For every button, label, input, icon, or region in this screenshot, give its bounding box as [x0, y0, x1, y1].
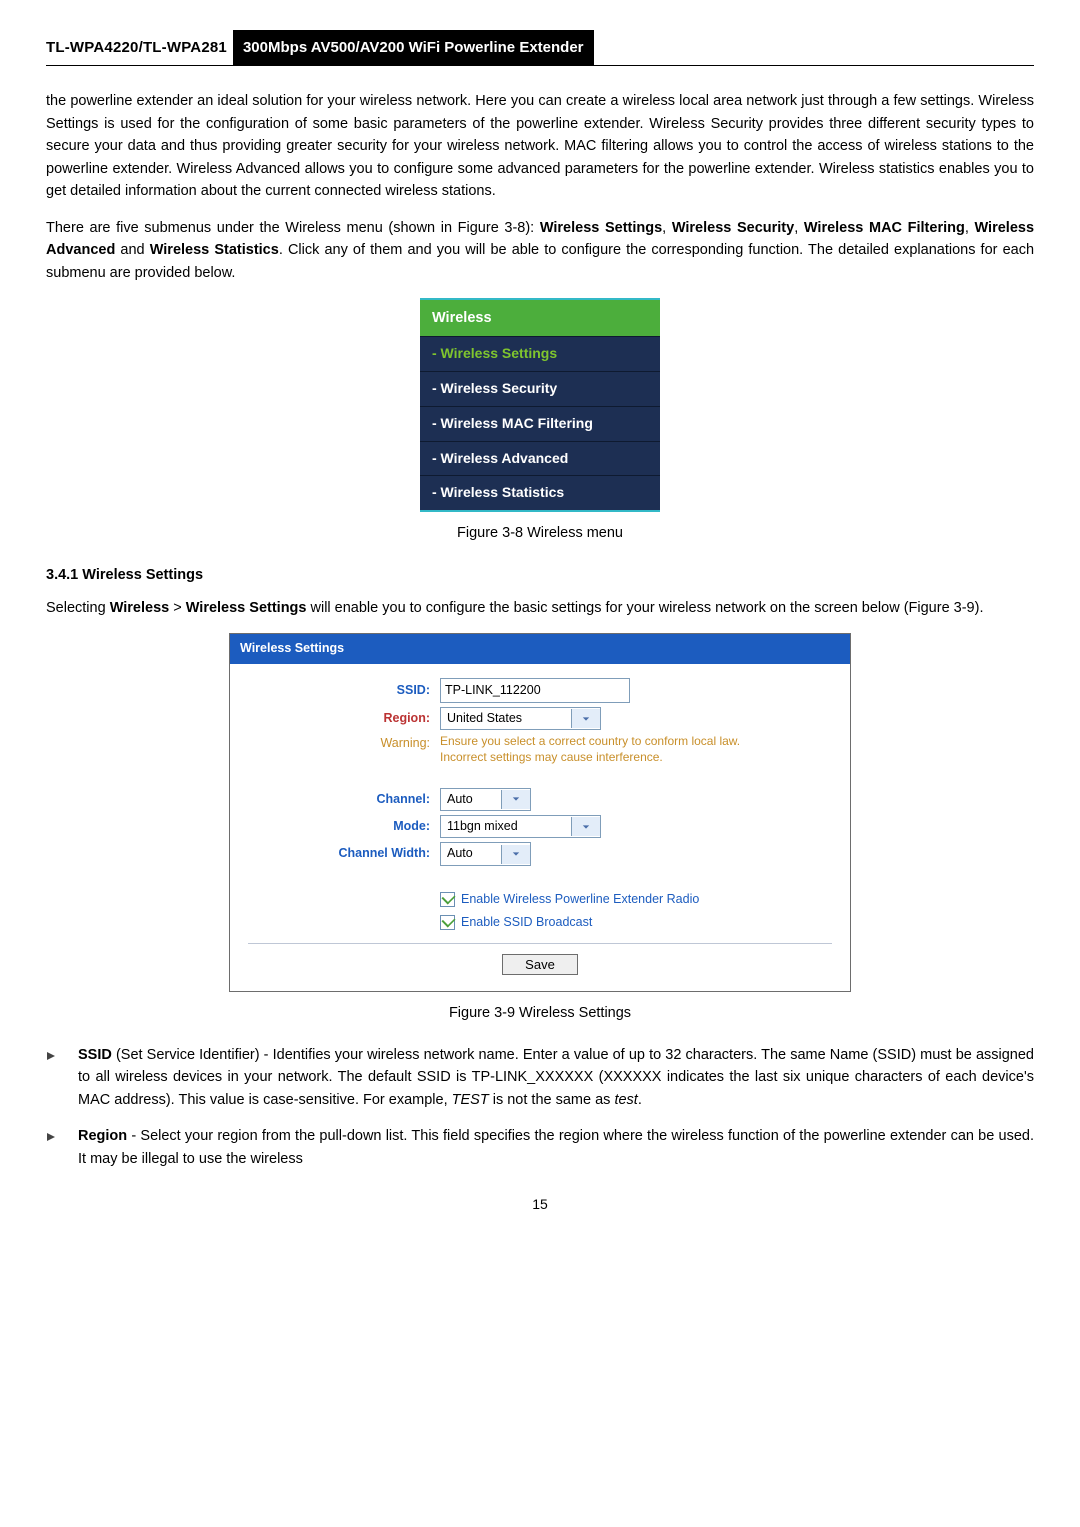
page-header: TL-WPA4220/TL-WPA281 300Mbps AV500/AV200… [46, 30, 1034, 66]
triangle-bullet-icon [46, 1125, 78, 1149]
chevron-down-icon [501, 845, 530, 864]
channel-width-label: Channel Width: [230, 844, 440, 863]
chevron-down-icon [501, 790, 530, 809]
enable-ssid-label: Enable SSID Broadcast [461, 913, 592, 932]
channel-label: Channel: [230, 790, 440, 809]
wireless-submenu-figure: Wireless - Wireless Settings - Wireless … [420, 298, 660, 512]
submenu-item-settings: - Wireless Settings [420, 336, 660, 371]
region-label: Region: [230, 709, 440, 728]
enable-radio-label: Enable Wireless Powerline Extender Radio [461, 890, 699, 909]
wireless-settings-figure: Wireless Settings SSID: TP-LINK_112200 R… [229, 633, 851, 991]
region-select[interactable]: United States [440, 707, 601, 730]
triangle-bullet-icon [46, 1044, 78, 1068]
figure-3-8-caption: Figure 3-8 Wireless menu [46, 522, 1034, 544]
page-number: 15 [46, 1194, 1034, 1216]
bullet-region: Region - Select your region from the pul… [46, 1125, 1034, 1170]
submenu-item-advanced: - Wireless Advanced [420, 441, 660, 476]
submenu-item-statistics: - Wireless Statistics [420, 475, 660, 510]
paragraph-section-intro: Selecting Wireless > Wireless Settings w… [46, 597, 1034, 619]
paragraph-intro-1: the powerline extender an ideal solution… [46, 90, 1034, 202]
warning-text: Ensure you select a correct country to c… [440, 734, 740, 765]
enable-ssid-checkbox[interactable] [440, 915, 455, 930]
mode-select[interactable]: 11bgn mixed [440, 815, 601, 838]
chevron-down-icon [571, 817, 600, 836]
save-button[interactable]: Save [502, 954, 578, 975]
enable-radio-checkbox[interactable] [440, 892, 455, 907]
divider [248, 943, 832, 944]
header-model: TL-WPA4220/TL-WPA281 [46, 30, 233, 65]
submenu-item-mac: - Wireless MAC Filtering [420, 406, 660, 441]
chevron-down-icon [571, 709, 600, 728]
channel-width-select[interactable]: Auto [440, 842, 531, 865]
mode-label: Mode: [230, 817, 440, 836]
submenu-head: Wireless [420, 300, 660, 336]
figure-3-9-caption: Figure 3-9 Wireless Settings [46, 1002, 1034, 1024]
submenu-item-security: - Wireless Security [420, 371, 660, 406]
paragraph-intro-2: There are five submenus under the Wirele… [46, 217, 1034, 284]
channel-select[interactable]: Auto [440, 788, 531, 811]
warning-label: Warning: [230, 734, 440, 753]
ssid-input[interactable]: TP-LINK_112200 [440, 678, 630, 703]
section-title-3-4-1: 3.4.1 Wireless Settings [46, 564, 1034, 586]
header-subtitle: 300Mbps AV500/AV200 WiFi Powerline Exten… [233, 30, 594, 65]
bullet-ssid: SSID (Set Service Identifier) - Identifi… [46, 1044, 1034, 1111]
ssid-label: SSID: [230, 681, 440, 700]
form-title: Wireless Settings [230, 634, 850, 663]
